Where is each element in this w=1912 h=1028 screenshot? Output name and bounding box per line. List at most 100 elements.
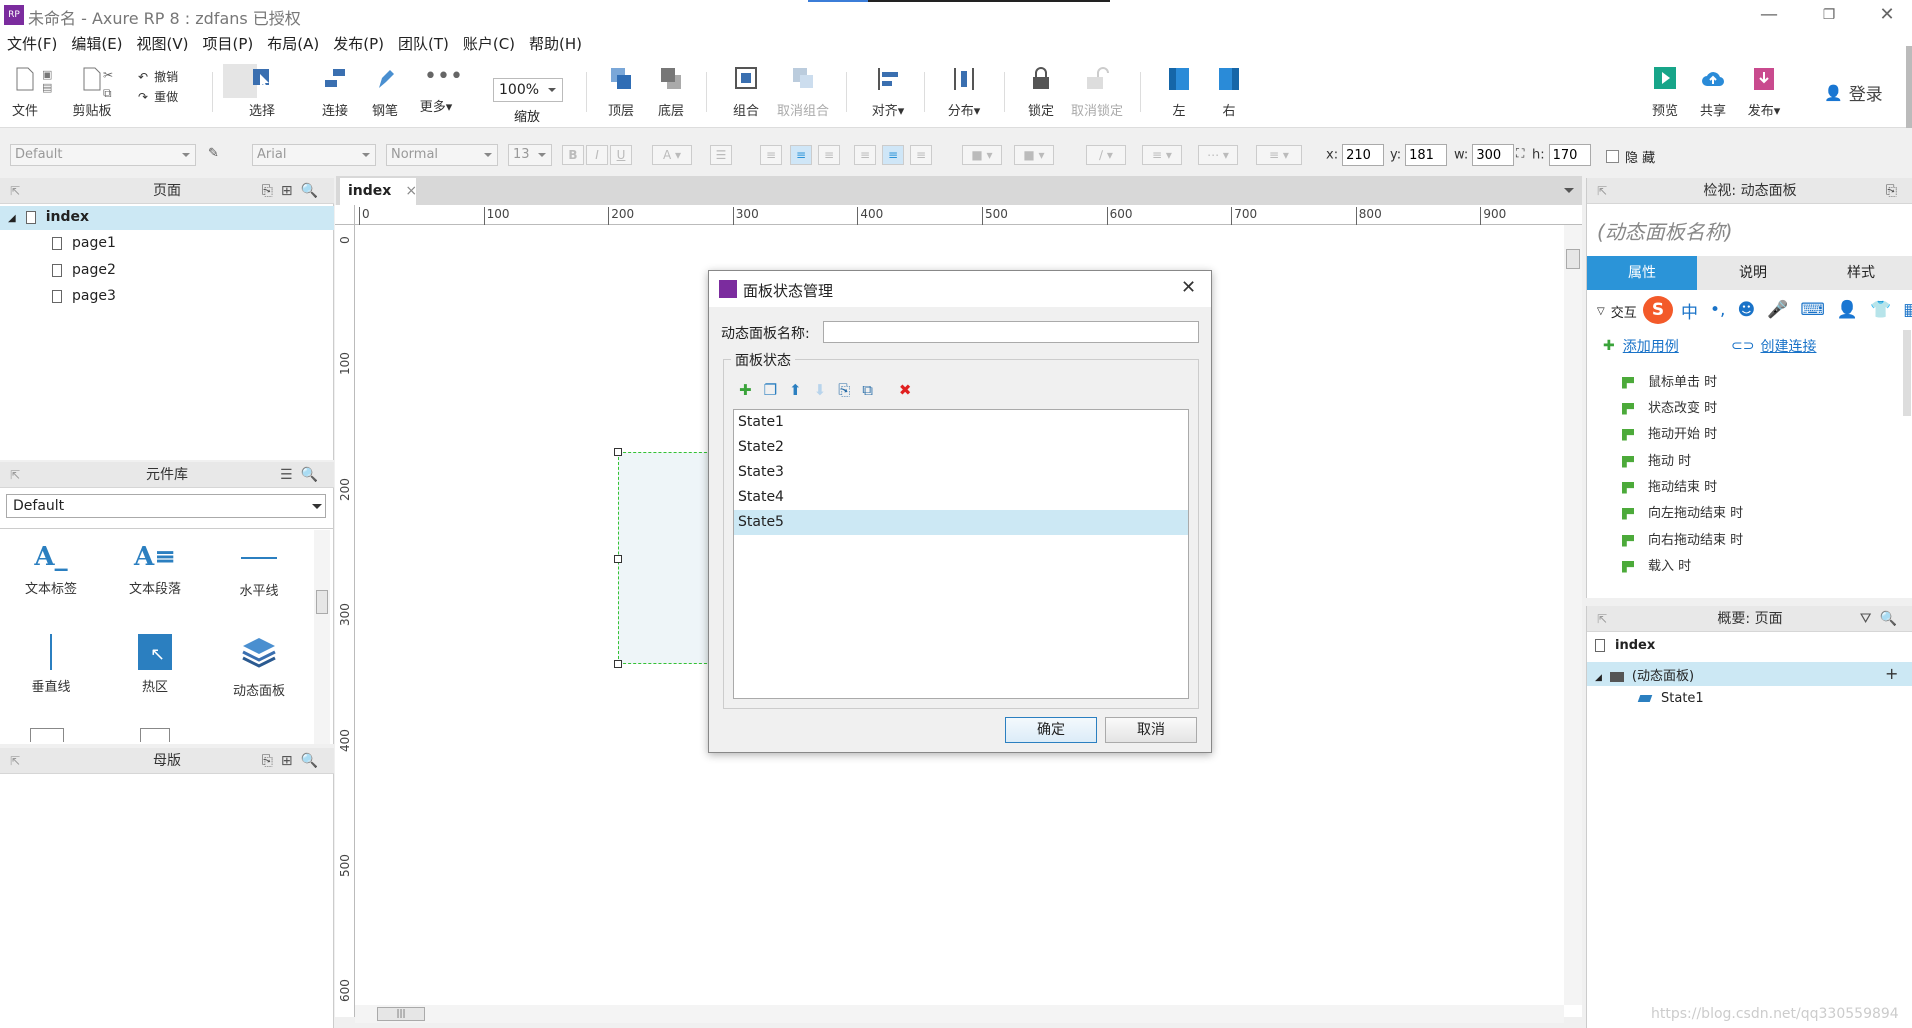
- close-window-button[interactable]: ✕: [1864, 2, 1910, 28]
- tab-properties[interactable]: 属性: [1587, 256, 1697, 290]
- library-item-hotspot[interactable]: ↖ 热区: [110, 634, 200, 695]
- library-scrollbar[interactable]: [314, 530, 330, 744]
- arrow-style-button[interactable]: ≡ ▾: [1256, 145, 1302, 165]
- filter-search-icons[interactable]: ⛛🔍: [1860, 606, 1905, 632]
- add-case-link[interactable]: ✚ 添加用例: [1603, 336, 1679, 356]
- style-edit-icon[interactable]: ✎: [208, 146, 219, 161]
- align-text-left-button[interactable]: ≡: [760, 145, 782, 165]
- pin-icon[interactable]: ⇱: [1597, 178, 1607, 204]
- state-list-item-selected[interactable]: State5: [734, 510, 1188, 535]
- masters-panel-tools[interactable]: ⎘⊞🔍: [262, 748, 326, 774]
- redo-button[interactable]: ↷ 重做: [138, 88, 178, 105]
- y-input[interactable]: [1405, 144, 1448, 166]
- font-size-select[interactable]: 13: [508, 144, 552, 166]
- state-list-item[interactable]: State4: [734, 485, 1188, 510]
- event-item[interactable]: 向左拖动结束 时: [1622, 502, 1743, 521]
- preview-button[interactable]: 预览: [1648, 66, 1682, 119]
- menu-publish[interactable]: 发布(P): [326, 30, 391, 58]
- duplicate-state-icon[interactable]: ❐: [764, 381, 777, 399]
- h-input[interactable]: [1548, 144, 1591, 166]
- library-panel-tools[interactable]: ☰🔍: [280, 462, 326, 488]
- resize-handle[interactable]: [614, 660, 622, 668]
- edit-state-icon[interactable]: ⎘: [838, 381, 850, 399]
- shadow-button[interactable]: ■ ▾: [1014, 145, 1054, 165]
- library-item-dynamic-panel[interactable]: 动态面板: [214, 634, 304, 699]
- event-item[interactable]: 拖动结束 时: [1622, 476, 1717, 495]
- line-pattern-button[interactable]: ⋯ ▾: [1198, 145, 1238, 165]
- inspector-scrollbar[interactable]: [1903, 330, 1911, 416]
- delete-state-icon[interactable]: ✖: [899, 381, 912, 399]
- event-item[interactable]: 拖动 时: [1622, 450, 1691, 469]
- emoji-icon[interactable]: ☻: [1737, 300, 1755, 320]
- line-color-button[interactable]: ∕ ▾: [1086, 145, 1126, 165]
- connect-button[interactable]: 连接: [316, 66, 354, 119]
- menu-help[interactable]: 帮助(H): [522, 30, 589, 58]
- align-left-button[interactable]: 左: [1164, 66, 1194, 119]
- style-select[interactable]: Default: [10, 144, 196, 166]
- underline-button[interactable]: U: [610, 145, 632, 165]
- w-input[interactable]: [1472, 144, 1515, 166]
- align-right-button[interactable]: 右: [1214, 66, 1244, 119]
- menu-file[interactable]: 文件(F): [0, 30, 64, 58]
- aspect-lock-icon[interactable]: ⛶: [1516, 146, 1524, 161]
- add-state-icon[interactable]: ✚: [739, 381, 752, 399]
- user-ime-icon[interactable]: 👤: [1837, 300, 1858, 320]
- widget-name-field[interactable]: (动态面板名称): [1597, 216, 1733, 245]
- canvas-horizontal-scrollbar[interactable]: |||: [355, 1005, 1564, 1023]
- font-color-button[interactable]: A ▾: [652, 145, 692, 165]
- resize-handle[interactable]: [614, 555, 622, 563]
- tools-grid-icon[interactable]: ▦: [1903, 300, 1912, 320]
- font-select[interactable]: Arial: [252, 144, 376, 166]
- file-button[interactable]: 文件: [10, 66, 40, 119]
- library-item-paragraph[interactable]: A≡ 文本段落: [110, 542, 200, 597]
- sogou-icon[interactable]: S: [1643, 296, 1673, 324]
- pin-icon[interactable]: ⇱: [1597, 606, 1607, 632]
- align-middle-button[interactable]: ≡: [882, 145, 904, 165]
- collapse-icon[interactable]: ◢: [8, 213, 16, 224]
- move-down-icon[interactable]: ⬇: [814, 381, 827, 399]
- event-item[interactable]: 拖动开始 时: [1622, 423, 1717, 442]
- state-list-item[interactable]: State1: [734, 410, 1188, 435]
- menu-edit[interactable]: 编辑(E): [64, 30, 129, 58]
- send-to-bottom-button[interactable]: 底层: [652, 66, 690, 119]
- tab-style[interactable]: 样式: [1809, 256, 1912, 290]
- group-button[interactable]: 组合: [726, 66, 766, 119]
- share-button[interactable]: 共享: [1696, 66, 1730, 119]
- lock-button[interactable]: 锁定: [1022, 66, 1060, 119]
- skin-icon[interactable]: 👕: [1870, 300, 1891, 320]
- ungroup-button[interactable]: 取消组合: [776, 66, 830, 119]
- pin-icon[interactable]: ⇱: [10, 748, 20, 774]
- align-button[interactable]: 对齐▾: [866, 66, 910, 119]
- library-select[interactable]: Default: [6, 494, 326, 518]
- outline-root[interactable]: index: [1595, 638, 1655, 653]
- tab-close-icon[interactable]: ×: [405, 183, 417, 199]
- move-up-icon[interactable]: ⬆: [789, 381, 802, 399]
- minimize-button[interactable]: —: [1746, 2, 1792, 28]
- menu-account[interactable]: 账户(C): [456, 30, 522, 58]
- outline-state[interactable]: State1: [1637, 691, 1704, 706]
- collapse-icon[interactable]: ◢: [1595, 673, 1602, 683]
- mic-icon[interactable]: 🎤: [1767, 300, 1788, 320]
- align-text-center-button[interactable]: ≡: [790, 145, 812, 165]
- menu-project[interactable]: 项目(P): [196, 30, 261, 58]
- library-item-hline[interactable]: 水平线: [214, 542, 304, 599]
- pin-icon[interactable]: ⇱: [10, 462, 20, 488]
- event-item[interactable]: 鼠标单击 时: [1622, 371, 1717, 390]
- tab-notes[interactable]: 说明: [1699, 256, 1807, 290]
- undo-button[interactable]: ↶ 撤销: [138, 68, 178, 85]
- align-bottom-button[interactable]: ≡: [910, 145, 932, 165]
- state-list-item[interactable]: State2: [734, 435, 1188, 460]
- login-button[interactable]: 👤 登录: [1824, 80, 1883, 106]
- fill-color-button[interactable]: ■ ▾: [962, 145, 1002, 165]
- menu-arrange[interactable]: 布局(A): [260, 30, 326, 58]
- add-state-plus-icon[interactable]: +: [1885, 664, 1898, 683]
- bullet-list-button[interactable]: ☰: [710, 145, 732, 165]
- restore-button[interactable]: ❐: [1806, 2, 1852, 28]
- dialog-close-icon[interactable]: ✕: [1181, 277, 1196, 298]
- select-button[interactable]: 选择: [226, 66, 298, 119]
- dynamic-panel-widget[interactable]: [618, 452, 712, 664]
- state-list-item[interactable]: State3: [734, 460, 1188, 485]
- cancel-button[interactable]: 取消: [1105, 717, 1197, 743]
- align-top-button[interactable]: ≡: [854, 145, 876, 165]
- bring-to-top-button[interactable]: 顶层: [602, 66, 640, 119]
